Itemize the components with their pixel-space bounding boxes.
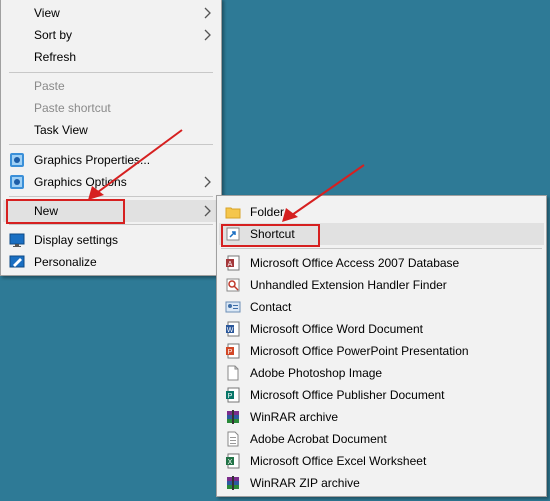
graphics-properties-label: Graphics Properties... bbox=[34, 153, 151, 167]
new-item-powerpoint-presentation[interactable]: P Microsoft Office PowerPoint Presentati… bbox=[219, 340, 544, 362]
paste-label: Paste bbox=[34, 79, 65, 93]
finder-icon bbox=[226, 278, 240, 292]
new-item-publisher-document[interactable]: P Microsoft Office Publisher Document bbox=[219, 384, 544, 406]
chevron-right-icon bbox=[204, 7, 211, 19]
menu-separator bbox=[9, 144, 213, 145]
svg-text:P: P bbox=[228, 349, 233, 356]
access-label: Microsoft Office Access 2007 Database bbox=[250, 256, 460, 270]
task-view-label: Task View bbox=[34, 123, 88, 137]
word-document-icon: W bbox=[226, 321, 240, 337]
svg-text:A: A bbox=[228, 261, 233, 268]
new-item-excel-worksheet[interactable]: X Microsoft Office Excel Worksheet bbox=[219, 450, 544, 472]
menu-separator bbox=[9, 224, 213, 225]
winrar-label: WinRAR archive bbox=[250, 410, 339, 424]
new-item-word-document[interactable]: W Microsoft Office Word Document bbox=[219, 318, 544, 340]
refresh-label: Refresh bbox=[34, 50, 77, 64]
powerpoint-document-icon: P bbox=[226, 343, 240, 359]
new-item-winrar-zip-archive[interactable]: WinRAR ZIP archive bbox=[219, 472, 544, 494]
svg-text:X: X bbox=[228, 459, 233, 466]
chevron-right-icon bbox=[204, 29, 211, 41]
access-document-icon: A bbox=[226, 255, 240, 271]
graphics-options-label: Graphics Options bbox=[34, 175, 127, 189]
menu-separator bbox=[221, 248, 542, 249]
personalize-icon bbox=[9, 255, 25, 268]
svg-text:P: P bbox=[228, 393, 233, 400]
menu-separator bbox=[9, 72, 213, 73]
contact-icon bbox=[225, 301, 241, 313]
new-item-winrar-archive[interactable]: WinRAR archive bbox=[219, 406, 544, 428]
menu-separator bbox=[9, 196, 213, 197]
acrobat-label: Adobe Acrobat Document bbox=[250, 432, 387, 446]
shortcut-highlight-box bbox=[221, 224, 320, 247]
paste-shortcut-label: Paste shortcut bbox=[34, 101, 111, 115]
personalize-label: Personalize bbox=[34, 255, 97, 269]
menu-item-paste-shortcut[interactable]: Paste shortcut bbox=[3, 97, 219, 119]
chevron-right-icon bbox=[204, 176, 211, 188]
winrar-icon bbox=[227, 410, 239, 424]
menu-item-personalize[interactable]: Personalize bbox=[3, 251, 219, 273]
menu-item-graphics-options[interactable]: Graphics Options bbox=[3, 171, 219, 193]
powerpoint-label: Microsoft Office PowerPoint Presentation bbox=[250, 344, 469, 358]
new-item-folder[interactable]: Folder bbox=[219, 201, 544, 223]
publisher-label: Microsoft Office Publisher Document bbox=[250, 388, 445, 402]
menu-item-sort-by[interactable]: Sort by bbox=[3, 24, 219, 46]
menu-item-refresh[interactable]: Refresh bbox=[3, 46, 219, 68]
word-label: Microsoft Office Word Document bbox=[250, 322, 423, 336]
svg-text:W: W bbox=[227, 327, 234, 334]
blank-document-icon bbox=[227, 365, 239, 381]
display-icon bbox=[9, 233, 25, 247]
excel-document-icon: X bbox=[226, 453, 240, 469]
new-highlight-box bbox=[6, 199, 125, 224]
winrar-zip-label: WinRAR ZIP archive bbox=[250, 476, 360, 490]
menu-item-display-settings[interactable]: Display settings bbox=[3, 229, 219, 251]
new-item-access-database[interactable]: A Microsoft Office Access 2007 Database bbox=[219, 252, 544, 274]
winrar-zip-icon bbox=[227, 476, 239, 490]
new-item-unhandled-extension[interactable]: Unhandled Extension Handler Finder bbox=[219, 274, 544, 296]
acrobat-document-icon bbox=[227, 431, 239, 447]
intel-graphics-icon bbox=[10, 175, 24, 189]
folder-label: Folder bbox=[250, 205, 285, 219]
folder-icon bbox=[225, 207, 241, 219]
menu-item-paste[interactable]: Paste bbox=[3, 75, 219, 97]
unhandled-label: Unhandled Extension Handler Finder bbox=[250, 278, 447, 292]
menu-item-graphics-properties[interactable]: Graphics Properties... bbox=[3, 149, 219, 171]
publisher-document-icon: P bbox=[226, 387, 240, 403]
intel-graphics-icon bbox=[10, 153, 24, 167]
view-label: View bbox=[34, 6, 60, 20]
contact-label: Contact bbox=[250, 300, 292, 314]
new-item-acrobat-document[interactable]: Adobe Acrobat Document bbox=[219, 428, 544, 450]
excel-label: Microsoft Office Excel Worksheet bbox=[250, 454, 427, 468]
new-item-photoshop-image[interactable]: Adobe Photoshop Image bbox=[219, 362, 544, 384]
chevron-right-icon bbox=[204, 205, 211, 217]
photoshop-label: Adobe Photoshop Image bbox=[250, 366, 383, 380]
sort-by-label: Sort by bbox=[34, 28, 73, 42]
new-item-contact[interactable]: Contact bbox=[219, 296, 544, 318]
display-settings-label: Display settings bbox=[34, 233, 119, 247]
menu-item-view[interactable]: View bbox=[3, 2, 219, 24]
desktop-context-menu: View Sort by Refresh Paste Paste shortcu… bbox=[0, 0, 222, 276]
menu-item-task-view[interactable]: Task View bbox=[3, 119, 219, 141]
